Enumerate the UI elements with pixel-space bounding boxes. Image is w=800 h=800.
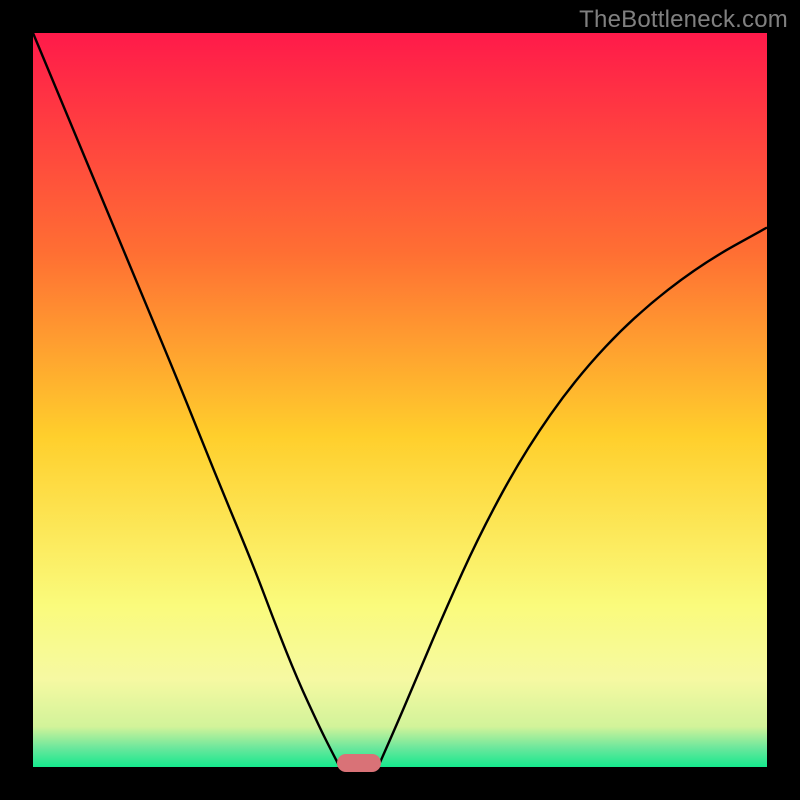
watermark-text: TheBottleneck.com <box>579 6 788 34</box>
bottleneck-chart <box>0 0 800 800</box>
plot-background <box>33 33 767 767</box>
chart-frame: TheBottleneck.com <box>0 0 800 800</box>
optimal-marker <box>337 754 381 772</box>
